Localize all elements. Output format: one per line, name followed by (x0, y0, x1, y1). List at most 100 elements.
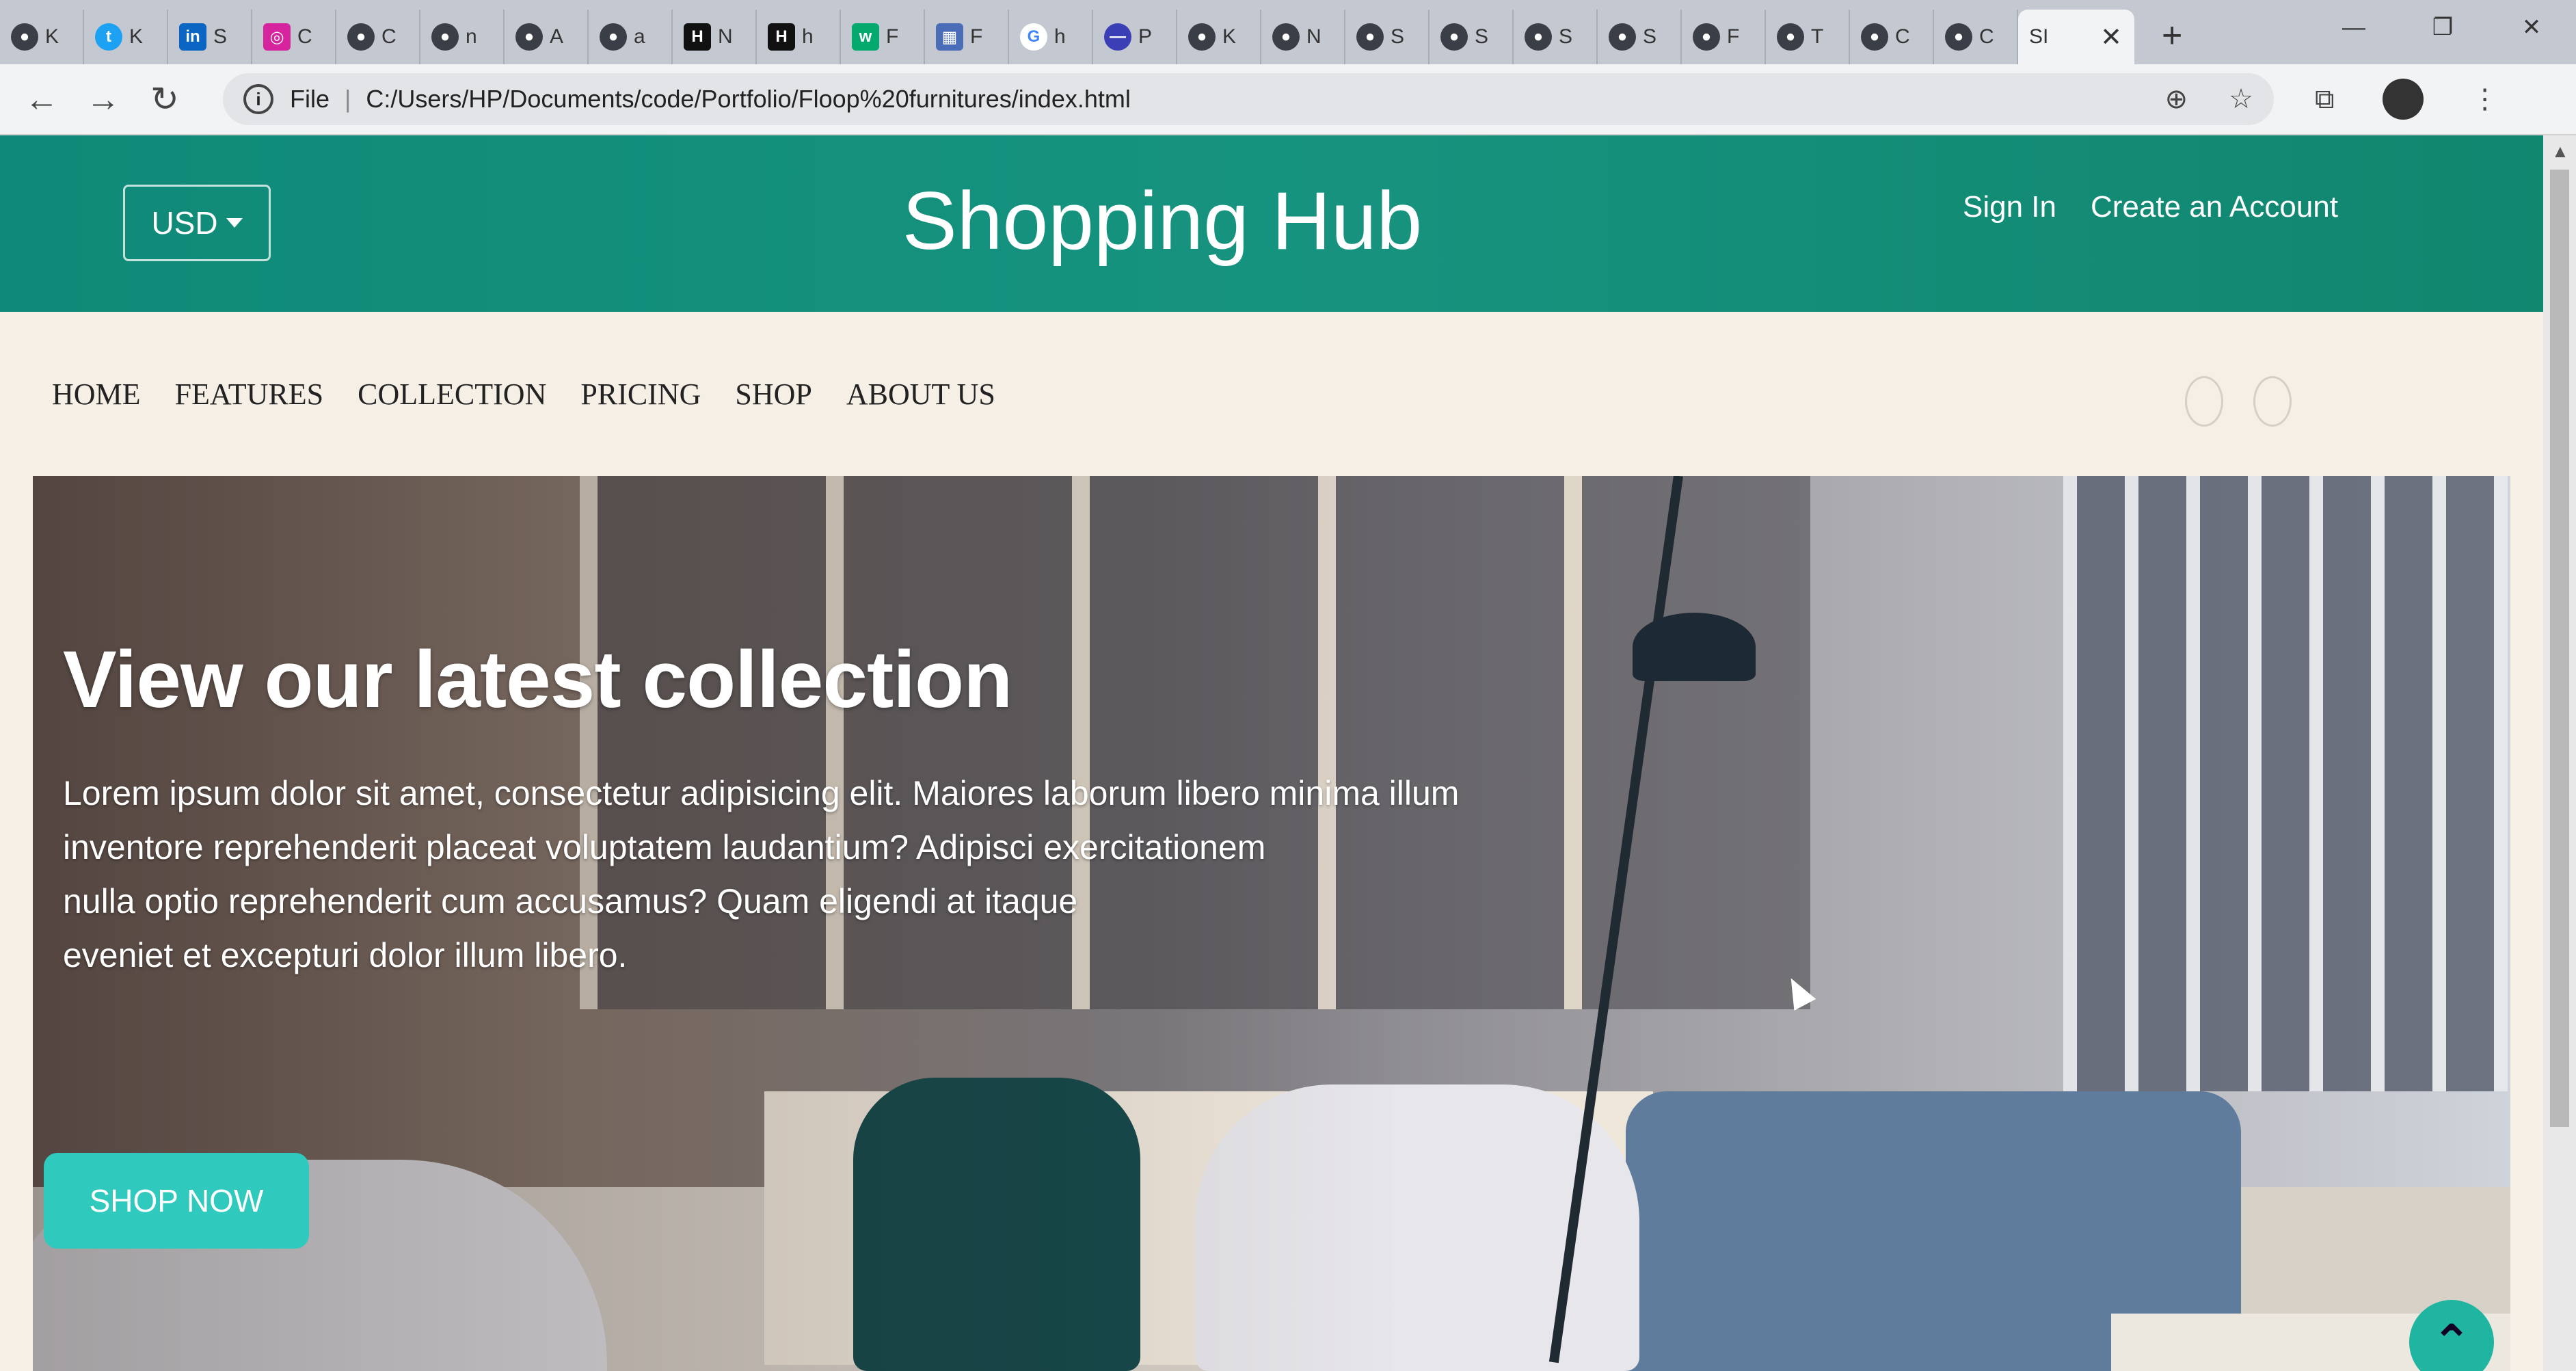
chevron-up-icon: ⌃ (2431, 1316, 2472, 1369)
divider: | (345, 85, 351, 113)
nav-shop[interactable]: SHOP (735, 377, 812, 412)
url-input[interactable]: i File | C:/Users/HP/Documents/code/Port… (223, 73, 2274, 125)
browser-tab[interactable]: HN (673, 10, 757, 64)
bookmark-star-icon[interactable]: ☆ (2229, 83, 2253, 115)
info-icon[interactable]: i (243, 84, 273, 114)
currency-dropdown[interactable]: USD (123, 185, 271, 261)
grid-icon: ▦ (936, 23, 963, 51)
globe-icon: ● (1693, 23, 1720, 51)
globe-icon: ● (1272, 23, 1300, 51)
site-brand[interactable]: Shopping Hub (820, 170, 1504, 272)
hero-image-lamp-head (1633, 613, 1756, 681)
hero-title: View our latest collection (63, 635, 1012, 725)
shop-now-button[interactable]: SHOP NOW (44, 1153, 309, 1249)
page-viewport: USD Shopping Hub Sign In Create an Accou… (0, 135, 2543, 1371)
site-topbar: USD Shopping Hub Sign In Create an Accou… (0, 135, 2543, 312)
browser-menu-icon[interactable]: ⋮ (2471, 83, 2499, 115)
back-button[interactable]: ← (11, 79, 72, 119)
w3-icon: w (852, 23, 879, 51)
nav-collection[interactable]: COLLECTION (358, 377, 546, 412)
hero-line: inventore reprehenderit placeat voluptat… (63, 828, 1266, 866)
active-tab-label: SI (2029, 25, 2049, 48)
browser-tab[interactable]: wF (841, 10, 925, 64)
browser-tab[interactable]: Hh (757, 10, 841, 64)
globe-icon: ● (1777, 23, 1804, 51)
globe-icon: ● (1945, 23, 1972, 51)
browser-tab[interactable]: ● C (1850, 10, 1934, 64)
globe-icon: ● (1356, 23, 1384, 51)
scheme-label: File (290, 85, 330, 113)
globe-icon: ● (11, 23, 38, 51)
globe-icon: ● (1525, 23, 1552, 51)
nav-features[interactable]: FEATURES (175, 377, 324, 412)
hero-line: nulla optio reprehenderit cum accusamus?… (63, 882, 1078, 920)
globe-icon: ● (1609, 23, 1636, 51)
hero-line: eveniet et excepturi dolor illum libero. (63, 936, 628, 974)
page-scrollbar[interactable]: ▲ (2543, 135, 2576, 1371)
browser-tab[interactable]: ◎ C (252, 10, 336, 64)
hero-line: Lorem ipsum dolor sit amet, consectetur … (63, 774, 1460, 812)
extension-icon[interactable]: ⧉ (2315, 84, 2335, 115)
browser-tab[interactable]: in S (168, 10, 252, 64)
browser-tab[interactable]: ● a (589, 10, 673, 64)
main-nav: HOME FEATURES COLLECTION PRICING SHOP AB… (0, 312, 2543, 476)
window-controls: — ❐ ✕ (2309, 0, 2576, 64)
browser-tab[interactable]: ● S (1598, 10, 1682, 64)
cart-icon[interactable] (2253, 376, 2292, 427)
hero-banner: View our latest collection Lorem ipsum d… (33, 476, 2510, 1371)
hero-description: Lorem ipsum dolor sit amet, consectetur … (63, 767, 1601, 983)
globe-icon: ● (1188, 23, 1216, 51)
browser-tab[interactable]: Gh (1009, 10, 1093, 64)
browser-tab[interactable]: ● S (1345, 10, 1430, 64)
browser-tab-active[interactable]: SI ✕ (2018, 10, 2134, 64)
browser-tab[interactable]: ● S (1430, 10, 1514, 64)
nav-icon-group (2185, 376, 2292, 427)
minimize-button[interactable]: — (2309, 0, 2398, 55)
browser-tab[interactable]: ● K (1177, 10, 1261, 64)
reload-button[interactable]: ↻ (134, 79, 196, 119)
browser-tab[interactable]: — P (1093, 10, 1177, 64)
close-tab-icon[interactable]: ✕ (2100, 22, 2122, 53)
create-account-link[interactable]: Create an Account (2091, 190, 2338, 224)
nav-about-us[interactable]: ABOUT US (846, 377, 995, 412)
search-icon[interactable] (2185, 376, 2223, 427)
globe-icon: ● (347, 23, 375, 51)
browser-tab[interactable]: ▦ F (925, 10, 1009, 64)
forward-button[interactable]: → (72, 79, 134, 119)
hashnode-icon: H (768, 23, 795, 51)
google-icon: G (1020, 23, 1047, 51)
address-bar: ← → ↻ i File | C:/Users/HP/Documents/cod… (0, 64, 2576, 135)
currency-label: USD (151, 205, 218, 241)
browser-tab[interactable]: tK (84, 10, 168, 64)
sign-in-link[interactable]: Sign In (1963, 190, 2056, 224)
browser-tab[interactable]: ● C (336, 10, 420, 64)
caret-down-icon (226, 218, 243, 228)
browser-tab[interactable]: ● n (420, 10, 505, 64)
browser-tab[interactable]: ● F (1682, 10, 1766, 64)
browser-tab[interactable]: ● C (1934, 10, 2018, 64)
scrollbar-thumb[interactable] (2550, 170, 2569, 1127)
twitter-icon: t (95, 23, 122, 51)
scroll-up-arrow-icon[interactable]: ▲ (2551, 141, 2569, 162)
hero-image-right-window (2063, 476, 2508, 1091)
window-close-button[interactable]: ✕ (2487, 0, 2576, 55)
browser-tab[interactable]: ● A (505, 10, 589, 64)
globe-icon: ● (515, 23, 543, 51)
globe-icon: ● (1861, 23, 1888, 51)
globe-icon: ● (1440, 23, 1468, 51)
linkedin-icon: in (179, 23, 206, 51)
browser-tab[interactable]: ● T (1766, 10, 1850, 64)
browser-tab[interactable]: ● N (1261, 10, 1345, 64)
nav-home[interactable]: HOME (52, 377, 141, 412)
browser-tabstrip: ● K tK in S ◎ C ● C ● n ● A ● a HN Hh wF ▦ F Gh … (0, 0, 2576, 64)
browser-tab[interactable]: ● K (0, 10, 84, 64)
browser-tab[interactable]: ● S (1514, 10, 1598, 64)
account-links: Sign In Create an Account (1963, 190, 2338, 224)
restore-button[interactable]: ❐ (2398, 0, 2487, 55)
profile-avatar[interactable] (2382, 79, 2424, 120)
zoom-icon[interactable]: ⊕ (2165, 83, 2188, 115)
instagram-icon: ◎ (263, 23, 291, 51)
new-tab-button[interactable]: + (2134, 15, 2203, 64)
nav-pricing[interactable]: PRICING (580, 377, 701, 412)
url-text: C:/Users/HP/Documents/code/Portfolio/Flo… (366, 85, 1131, 113)
